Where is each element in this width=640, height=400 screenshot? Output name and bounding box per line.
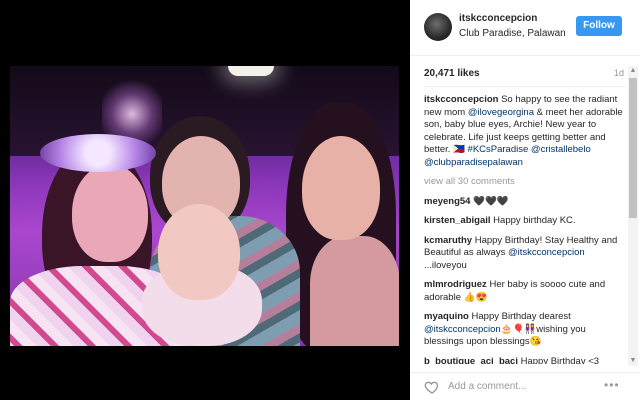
comment-item: myaquino Happy Birthday dearest @itskcco… xyxy=(424,311,624,349)
comment-item: meyeng54 🖤🖤🖤 xyxy=(424,196,624,209)
photo-person-right-face xyxy=(302,136,380,240)
heart-icon[interactable] xyxy=(424,379,440,395)
comment-item: kirsten_abigail Happy birthday KC. xyxy=(424,215,624,228)
scrollbar-thumb[interactable] xyxy=(629,78,637,218)
comment-username[interactable]: kirsten_abigail xyxy=(424,215,491,226)
comment-mention[interactable]: @itskcconcepcion xyxy=(424,324,501,335)
avatar[interactable] xyxy=(424,13,452,41)
comment-username[interactable]: myaquino xyxy=(424,311,469,322)
likes-count[interactable]: 20,471 likes xyxy=(424,68,480,79)
comment-username[interactable]: kcmaruthy xyxy=(424,235,472,246)
comments-list: itskcconcepcion So happy to see the radi… xyxy=(424,94,624,364)
comment-item: kcmaruthy Happy Birthday! Stay Healthy a… xyxy=(424,235,624,273)
add-comment-input[interactable]: Add a comment... xyxy=(448,381,526,392)
comment-username[interactable]: mlmrodriguez xyxy=(424,279,487,290)
caption-mention-1[interactable]: @ilovegeorgina xyxy=(468,107,534,118)
comment-text: Happy Birthday <3 xyxy=(520,355,600,365)
post-header: itskcconcepcion Club Paradise, Palawan F… xyxy=(410,0,640,56)
post-username[interactable]: itskcconcepcion xyxy=(459,13,537,24)
likes-row: 20,471 likes 1d xyxy=(424,68,624,82)
comment-mention[interactable]: @itskcconcepcion xyxy=(508,247,585,258)
photo-flower-crown xyxy=(40,134,156,172)
photo-person-right-body xyxy=(310,236,399,346)
photo-lamp xyxy=(228,66,274,76)
scroll-up-arrow-icon[interactable]: ▲ xyxy=(628,66,638,76)
photo-stage xyxy=(0,0,410,400)
comment-text: Happy birthday KC. xyxy=(493,215,576,226)
comment-text: 🖤🖤🖤 xyxy=(473,195,509,207)
comment-item: mlmrodriguez Her baby is soooo cute and … xyxy=(424,279,624,304)
post-location[interactable]: Club Paradise, Palawan xyxy=(459,28,566,39)
caption-username[interactable]: itskcconcepcion xyxy=(424,94,498,105)
post-photo[interactable] xyxy=(10,66,399,346)
photo-baby-face xyxy=(158,204,240,300)
comment-footer: Add a comment... ••• xyxy=(410,372,640,400)
caption-hashtag[interactable]: #KCsParadise xyxy=(468,144,529,155)
caption-mention-2[interactable]: @cristallebelo xyxy=(531,144,591,155)
comment-username[interactable]: meyeng54 xyxy=(424,196,470,207)
caption-mention-3[interactable]: @clubparadisepalawan xyxy=(424,157,523,168)
comment-text-after: ...iloveyou xyxy=(424,259,467,271)
comment-item: b_boutique_aci_baci Happy Birthday <3 xyxy=(424,356,624,365)
post-side-panel: itskcconcepcion Club Paradise, Palawan F… xyxy=(410,0,640,400)
more-options-button[interactable]: ••• xyxy=(604,378,620,392)
flag-emoji: 🇵🇭 xyxy=(453,144,465,155)
scroll-down-arrow-icon[interactable]: ▼ xyxy=(628,356,638,366)
photo-person-left-face xyxy=(72,164,148,262)
caption: itskcconcepcion So happy to see the radi… xyxy=(424,94,624,169)
view-all-comments-link[interactable]: view all 30 comments xyxy=(424,176,624,189)
comments-scrollbar[interactable]: ▲ ▼ xyxy=(628,66,638,366)
comment-text: Happy Birthday dearest xyxy=(471,311,571,322)
follow-button[interactable]: Follow xyxy=(576,16,622,36)
comment-username[interactable]: b_boutique_aci_baci xyxy=(424,356,518,365)
divider xyxy=(424,86,626,87)
post-age[interactable]: 1d xyxy=(614,68,624,78)
